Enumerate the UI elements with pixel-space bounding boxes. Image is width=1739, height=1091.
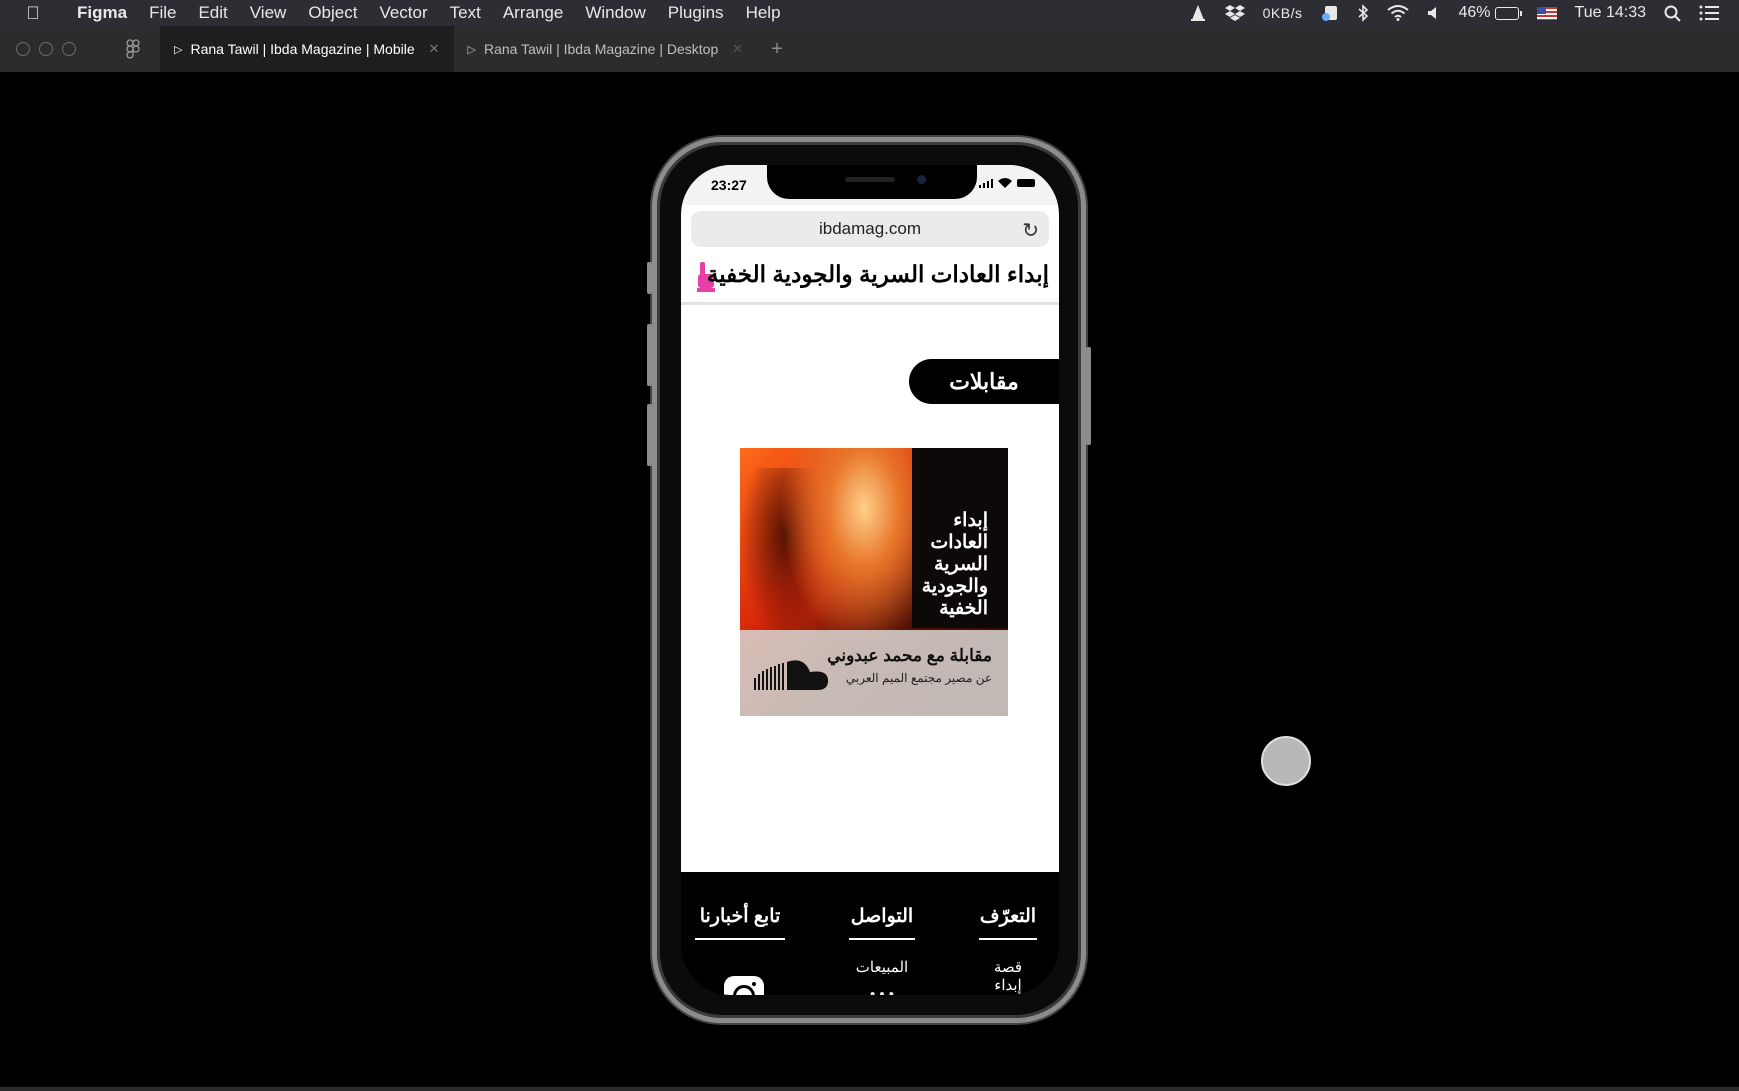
footer-link-partial: • • • xyxy=(869,986,895,995)
mute-switch xyxy=(647,262,652,294)
footer-link-sales[interactable]: المبيعات xyxy=(849,958,915,976)
menu-view[interactable]: View xyxy=(239,3,298,23)
play-icon: ▷ xyxy=(467,43,476,56)
play-icon: ▷ xyxy=(174,43,183,56)
speaker-grille xyxy=(845,177,895,182)
macos-menu-bar:  Figma File Edit View Object Vector Tex… xyxy=(0,0,1739,26)
footer-column-about: التعرّف قصة إبداء • • • xyxy=(979,905,1037,995)
volume-down-button xyxy=(647,404,652,466)
iphone-frame: 23:27 ibdamag.com ↻ إبداء العادات السرية… xyxy=(647,137,1091,1023)
tab-desktop-prototype[interactable]: ▷ Rana Tawil | Ibda Magazine | Desktop ✕ xyxy=(454,26,758,72)
card-image-figure xyxy=(780,448,920,648)
section-label-interviews[interactable]: مقابلات xyxy=(909,359,1059,404)
tab-label: Rana Tawil | Ibda Magazine | Mobile xyxy=(190,41,415,57)
site-footer: التعرّف قصة إبداء • • • التواصل المبيعات… xyxy=(681,872,1059,995)
phone-notch xyxy=(767,165,977,199)
footer-title-about: التعرّف xyxy=(979,905,1037,940)
menu-edit[interactable]: Edit xyxy=(187,3,238,23)
menu-object[interactable]: Object xyxy=(297,3,368,23)
spotlight-search-icon[interactable] xyxy=(1664,5,1681,22)
poster-line: العادات xyxy=(930,532,988,553)
status-menus: 0KB/s 46% Tue 14:33 xyxy=(1189,4,1739,22)
footer-column-follow: تابع أخبارنا xyxy=(695,905,785,940)
menu-file[interactable]: File xyxy=(138,3,187,23)
poster-lettering: إبداء العادات السرية والجودية الخفية xyxy=(918,510,988,620)
poster-line: الخفية xyxy=(939,598,988,619)
close-window-button[interactable] xyxy=(16,42,30,56)
notification-center-icon[interactable] xyxy=(1699,5,1719,21)
site-title[interactable]: إبداء العادات السرية والجودية الخفية xyxy=(707,261,1050,288)
footer-title-contact: التواصل xyxy=(849,905,915,940)
bluetooth-icon[interactable] xyxy=(1357,4,1369,22)
site-header: إبداء العادات السرية والجودية الخفية xyxy=(681,253,1059,305)
power-button xyxy=(1086,347,1091,445)
menu-app-name[interactable]: Figma xyxy=(66,3,138,23)
interview-subtitle: عن مصير مجتمع الميم العربي xyxy=(845,671,992,685)
menu-help[interactable]: Help xyxy=(735,3,792,23)
footer-title-follow: تابع أخبارنا xyxy=(695,905,785,940)
volume-icon[interactable] xyxy=(1427,6,1441,20)
tab-label: Rana Tawil | Ibda Magazine | Desktop xyxy=(483,41,719,57)
app-status-icon[interactable] xyxy=(1321,4,1339,22)
footer-link-ibda-story[interactable]: قصة إبداء xyxy=(979,958,1037,994)
figma-tab-bar: ▷ Rana Tawil | Ibda Magazine | Mobile ✕ … xyxy=(0,26,1739,73)
ios-wifi-icon xyxy=(998,178,1012,188)
menu-arrange[interactable]: Arrange xyxy=(492,3,574,23)
us-flag-input-icon[interactable] xyxy=(1536,6,1557,20)
volume-up-button xyxy=(647,324,652,386)
card-caption-overlay: مقابلة مع محمد عبدوني عن مصير مجتمع المي… xyxy=(740,630,1008,716)
interview-card[interactable]: إبداء العادات السرية والجودية الخفية مقا… xyxy=(740,448,1008,716)
battery-percent: 46% xyxy=(1458,4,1491,21)
interview-title[interactable]: مقابلة مع محمد عبدوني xyxy=(827,646,992,666)
website-viewport: 23:27 ibdamag.com ↻ إبداء العادات السرية… xyxy=(681,165,1059,872)
footer-column-contact: التواصل المبيعات • • • xyxy=(849,905,915,995)
menu-plugins[interactable]: Plugins xyxy=(657,3,735,23)
battery-status[interactable]: 46% xyxy=(1458,4,1522,22)
battery-charging-icon xyxy=(1494,6,1522,20)
menu-window[interactable]: Window xyxy=(574,3,656,23)
ios-status-time: 23:27 xyxy=(711,177,747,193)
poster-line: والجودية xyxy=(921,576,988,597)
vlc-cone-icon[interactable] xyxy=(1189,4,1207,22)
reload-icon[interactable]: ↻ xyxy=(1022,218,1039,243)
zoom-window-button[interactable] xyxy=(62,42,76,56)
figma-logo-icon[interactable] xyxy=(106,39,160,59)
cell-signal-icon xyxy=(978,178,993,188)
new-tab-plus-icon[interactable]: + xyxy=(757,38,783,61)
menu-text[interactable]: Text xyxy=(439,3,492,23)
prototype-touch-cursor xyxy=(1261,736,1311,786)
phone-screen: 23:27 ibdamag.com ↻ إبداء العادات السرية… xyxy=(681,165,1059,995)
poster-line: السرية xyxy=(934,554,988,575)
dropbox-icon[interactable] xyxy=(1224,4,1245,22)
window-controls xyxy=(0,42,106,56)
minimize-window-button[interactable] xyxy=(39,42,53,56)
close-tab-icon[interactable]: ✕ xyxy=(429,41,440,57)
close-tab-icon[interactable]: ✕ xyxy=(732,41,743,57)
menu-vector[interactable]: Vector xyxy=(368,3,438,23)
clock[interactable]: Tue 14:33 xyxy=(1575,4,1646,22)
network-speed: 0KB/s xyxy=(1262,5,1303,21)
instagram-icon[interactable] xyxy=(724,976,764,995)
tab-mobile-prototype[interactable]: ▷ Rana Tawil | Ibda Magazine | Mobile ✕ xyxy=(160,26,454,72)
wifi-icon[interactable] xyxy=(1386,5,1409,21)
url-text: ibdamag.com xyxy=(818,219,922,238)
apple-menu-icon[interactable]:  xyxy=(0,3,66,24)
window-bottom-edge xyxy=(0,1087,1739,1091)
poster-line: إبداء xyxy=(953,510,988,531)
front-camera xyxy=(917,175,926,184)
soundcloud-icon[interactable] xyxy=(754,658,830,699)
ios-status-icons xyxy=(978,178,1035,188)
ios-battery-icon xyxy=(1017,179,1035,187)
browser-url-bar[interactable]: ibdamag.com ↻ xyxy=(691,211,1049,247)
